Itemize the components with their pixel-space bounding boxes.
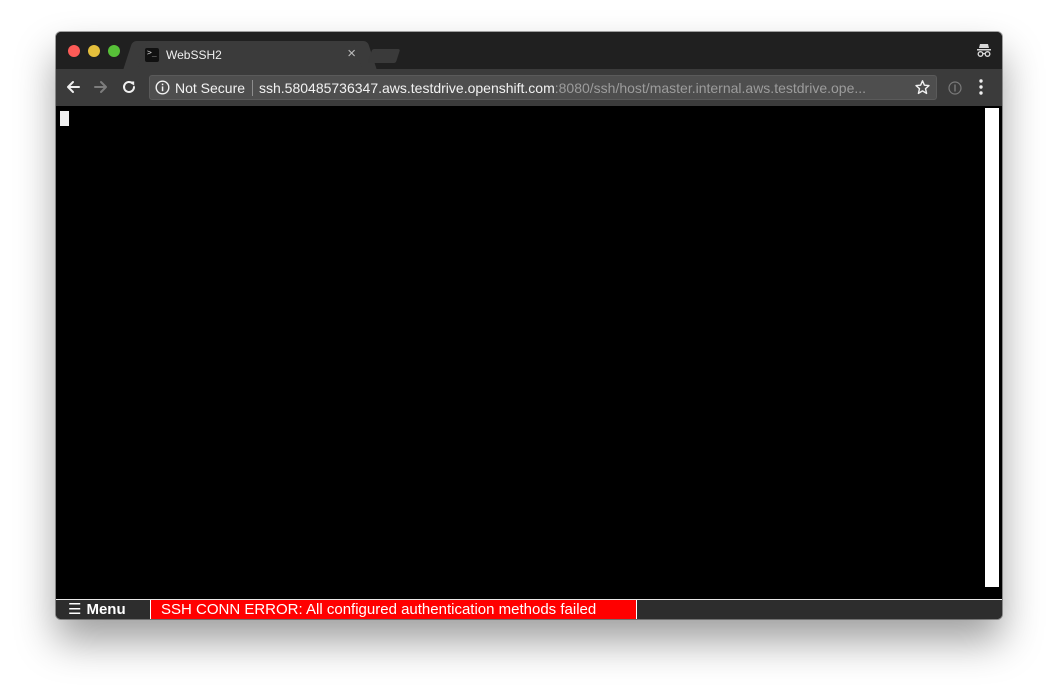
security-label[interactable]: Not Secure: [175, 80, 245, 96]
new-tab-button[interactable]: [367, 49, 401, 63]
star-icon[interactable]: [914, 79, 931, 96]
tab-close-icon[interactable]: ×: [347, 45, 356, 62]
reload-icon[interactable]: [120, 78, 138, 96]
terminal-icon: >_: [145, 48, 159, 62]
minimize-window-button[interactable]: [88, 45, 100, 57]
title-bar: >_ WebSSH2 ×: [56, 32, 1002, 69]
browser-toolbar: Not Secure ssh.580485736347.aws.testdriv…: [56, 69, 1002, 106]
close-window-button[interactable]: [68, 45, 80, 57]
error-status: SSH CONN ERROR: All configured authentic…: [150, 600, 637, 619]
tab-title: WebSSH2: [166, 48, 222, 62]
info-icon[interactable]: [155, 80, 170, 95]
extension-icon[interactable]: [948, 81, 962, 95]
browser-window: >_ WebSSH2 × Not Secure ssh.580485736347…: [56, 32, 1002, 619]
url-path: :8080/ssh/host/master.internal.aws.testd…: [554, 80, 867, 96]
more-vertical-icon[interactable]: [978, 78, 984, 96]
menu-label: Menu: [86, 601, 126, 618]
arrow-right-icon[interactable]: [92, 78, 110, 96]
incognito-icon: [977, 44, 991, 57]
hamburger-icon: ☰: [68, 601, 82, 618]
tab-webssh2[interactable]: >_ WebSSH2 ×: [136, 41, 364, 69]
url-host: ssh.580485736347.aws.testdrive.openshift…: [259, 80, 555, 96]
terminal-scrollbar[interactable]: [985, 108, 999, 587]
menu-button[interactable]: ☰ Menu: [68, 600, 126, 619]
address-bar[interactable]: Not Secure ssh.580485736347.aws.testdriv…: [149, 75, 937, 100]
status-footer: ☰ Menu SSH CONN ERROR: All configured aut…: [56, 599, 1002, 619]
maximize-window-button[interactable]: [108, 45, 120, 57]
terminal-cursor: [60, 111, 69, 126]
terminal-screen[interactable]: [56, 106, 1002, 599]
url-text[interactable]: ssh.580485736347.aws.testdrive.openshift…: [259, 80, 899, 96]
omnibox-separator: [252, 80, 253, 96]
arrow-left-icon[interactable]: [64, 78, 82, 96]
